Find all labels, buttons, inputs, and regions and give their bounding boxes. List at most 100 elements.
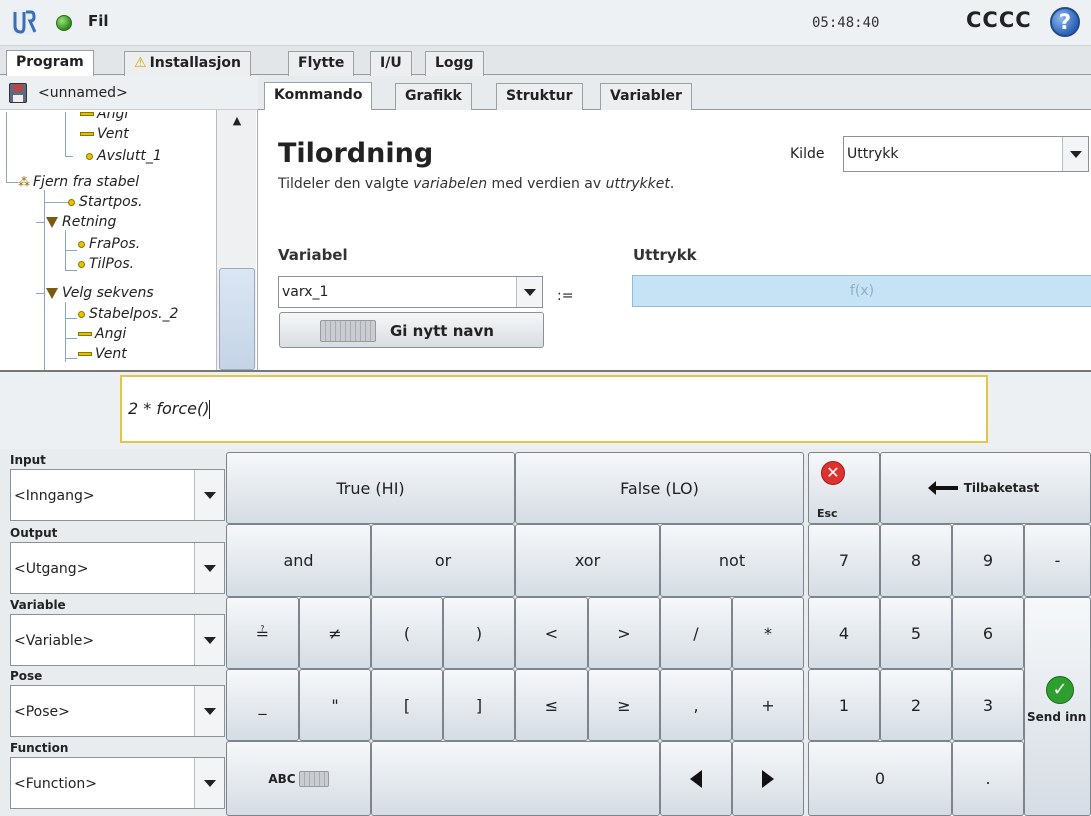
tree-item-stabelpos[interactable]: Stabelpos._2 [78, 304, 178, 324]
robot-status-icon[interactable] [56, 15, 72, 31]
space-key[interactable] [371, 741, 660, 816]
greater-equal-key[interactable]: ≥ [588, 669, 660, 741]
multiply-key[interactable]: * [732, 597, 804, 669]
tab-flytte[interactable]: Flytte [288, 51, 355, 76]
key-2[interactable]: 2 [880, 669, 952, 741]
esc-key-label: Esc [817, 507, 838, 520]
comma-key[interactable]: , [660, 669, 732, 741]
tab-variabler[interactable]: Variabler [600, 83, 692, 110]
cursor-right-key[interactable] [732, 741, 804, 816]
tab-iu[interactable]: I/U [370, 51, 412, 76]
app-window: Fil 05:48:40 CCCC ? Program ⚠ Installasjo… [0, 0, 1091, 816]
help-icon[interactable]: ? [1050, 7, 1080, 37]
source-select-value: Uttrykk [847, 146, 899, 162]
tree-item-avslutt[interactable]: Avslutt_1 [86, 146, 162, 166]
abc-key-label: ABC [268, 771, 296, 786]
xor-key[interactable]: xor [515, 524, 660, 597]
and-key[interactable]: and [226, 524, 371, 597]
key-8[interactable]: 8 [880, 524, 952, 597]
function-select[interactable]: <Function> [10, 757, 225, 809]
tree-item-vent-2[interactable]: Vent [78, 344, 127, 364]
key-3[interactable]: 3 [952, 669, 1024, 741]
less-than-key[interactable]: < [515, 597, 588, 669]
key-1[interactable]: 1 [808, 669, 880, 741]
tree-item-frapos[interactable]: FraPos. [78, 234, 140, 254]
tree-item-angi-2[interactable]: Angi [78, 324, 126, 344]
greater-than-key[interactable]: > [588, 597, 660, 669]
backspace-key-label: Tilbaketast [963, 481, 1040, 495]
false-key[interactable]: False (LO) [515, 452, 804, 524]
left-bracket-key[interactable]: [ [371, 669, 443, 741]
abc-keyboard-key[interactable]: ABC [226, 741, 371, 816]
arrow-right-icon [762, 769, 774, 788]
minus-key[interactable]: - [1024, 524, 1091, 597]
true-key[interactable]: True (HI) [226, 452, 515, 524]
not-key[interactable]: not [660, 524, 804, 597]
file-menu[interactable]: Fil [88, 12, 109, 30]
save-icon[interactable] [9, 83, 27, 103]
source-select[interactable]: Uttrykk [843, 136, 1089, 172]
key-0[interactable]: 0 [808, 741, 952, 816]
pose-select-value: <Pose> [14, 704, 70, 720]
expression-input[interactable]: 2 * force() [120, 375, 988, 443]
tab-program[interactable]: Program [6, 50, 94, 76]
plus-key[interactable]: + [732, 669, 804, 741]
equals-key[interactable]: ≟ [226, 597, 299, 669]
waypoint-icon [78, 310, 85, 318]
tab-grafikk[interactable]: Grafikk [395, 83, 472, 110]
esc-key[interactable]: ✕ Esc [808, 452, 880, 524]
direction-icon [46, 216, 58, 228]
chevron-down-icon [194, 758, 224, 808]
or-key[interactable]: or [371, 524, 515, 597]
divide-key[interactable]: / [660, 597, 732, 669]
chevron-down-icon [194, 470, 224, 520]
less-equal-key[interactable]: ≤ [515, 669, 588, 741]
tree-scrollbar[interactable]: ▲ [216, 110, 256, 370]
tree-item-startpos[interactable]: Startpos. [68, 192, 142, 212]
pose-select[interactable]: <Pose> [10, 685, 225, 737]
key-6[interactable]: 6 [952, 597, 1024, 669]
tree-item-velg-sekvens[interactable]: Velg sekvens [46, 283, 154, 303]
destack-icon: ⁂ [18, 175, 30, 189]
output-label: Output [10, 526, 58, 540]
tree-item-fjern-fra-stabel[interactable]: ⁂ Fjern fra stabel [18, 172, 139, 192]
tab-struktur[interactable]: Struktur [496, 83, 583, 110]
tree-item-tilpos[interactable]: TilPos. [78, 254, 134, 274]
scroll-thumb[interactable] [219, 268, 255, 370]
tree-item-vent[interactable]: Vent [80, 124, 129, 144]
key-7[interactable]: 7 [808, 524, 880, 597]
backspace-arrow-icon [927, 481, 958, 495]
tab-installasjon-label: Installasjon [149, 55, 241, 71]
command-description: Tildeler den valgte variabelen med verdi… [278, 176, 675, 192]
rename-button[interactable]: Gi nytt navn [279, 312, 544, 348]
left-paren-key[interactable]: ( [371, 597, 443, 669]
tab-logg[interactable]: Logg [425, 51, 484, 76]
right-bracket-key[interactable]: ] [443, 669, 515, 741]
variable-selector[interactable]: <Variable> [10, 614, 225, 666]
output-select[interactable]: <Utgang> [10, 542, 225, 594]
expression-field[interactable]: f(x) [632, 275, 1091, 307]
chevron-down-icon [516, 277, 542, 307]
backspace-key[interactable]: Tilbaketast [880, 452, 1091, 524]
scroll-up-icon[interactable]: ▲ [217, 110, 257, 132]
tree-item-retning[interactable]: Retning [46, 212, 116, 232]
quote-key[interactable]: " [299, 669, 371, 741]
key-5[interactable]: 5 [880, 597, 952, 669]
tab-kommando[interactable]: Kommando [264, 82, 373, 110]
key-9[interactable]: 9 [952, 524, 1024, 597]
variable-selector-value: <Variable> [14, 633, 95, 649]
input-select[interactable]: <Inngang> [10, 469, 225, 521]
send-key[interactable]: ✓ Send inn [1024, 597, 1091, 816]
underscore-key[interactable]: _ [226, 669, 299, 741]
expression-label: Uttrykk [633, 246, 697, 264]
tree-body: Angi Vent Avslutt_1 ⁂ Fjern fra stabel St… [0, 112, 216, 370]
dot-key[interactable]: . [952, 741, 1024, 816]
key-4[interactable]: 4 [808, 597, 880, 669]
tree-item-angi[interactable]: Angi [80, 112, 128, 124]
cursor-left-key[interactable] [660, 741, 732, 816]
not-equal-key[interactable]: ≠ [299, 597, 371, 669]
close-icon: ✕ [821, 461, 845, 485]
variable-select[interactable]: varx_1 [278, 276, 543, 308]
right-paren-key[interactable]: ) [443, 597, 515, 669]
tab-installasjon[interactable]: ⚠ Installasjon [124, 51, 251, 76]
